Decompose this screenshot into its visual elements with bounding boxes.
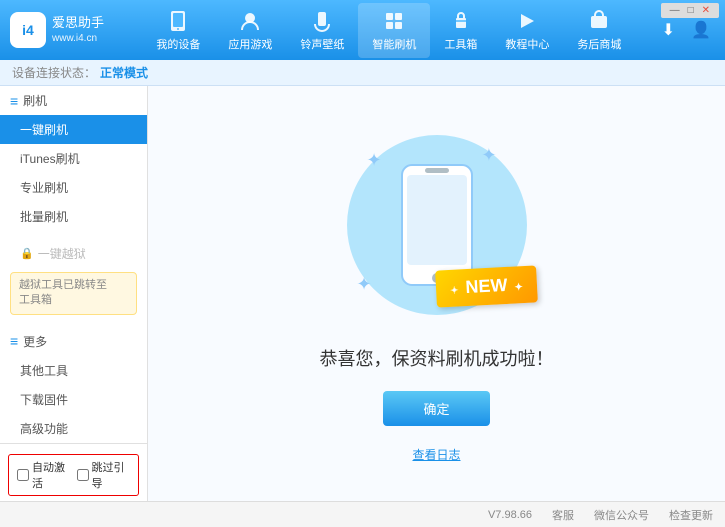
main-layout: ≡ 刷机 一键刷机 iTunes刷机 专业刷机 批量刷机 🔒 一键越狱 越狱工具… (0, 86, 725, 501)
flash-section-header: ≡ 刷机 (0, 86, 147, 115)
my-device-icon (166, 9, 190, 33)
status-label: 设备连接状态： (12, 64, 96, 81)
footer-right: V7.98.66 客服 微信公众号 检查更新 (488, 507, 713, 523)
status-value: 正常模式 (100, 64, 148, 81)
sidebar-download-firmware[interactable]: 下载固件 (0, 385, 147, 414)
more-section-icon: ≡ (10, 333, 18, 349)
auto-activate-row: 自动激活 跳过引导 (8, 454, 139, 496)
status-bar: 设备连接状态： 正常模式 (0, 60, 725, 86)
phone-illustration: ✦ ✦ ✦ NEW (337, 125, 537, 325)
nav-my-device[interactable]: 我的设备 (142, 3, 214, 58)
tutorial-icon (515, 9, 539, 33)
more-section-header: ≡ 更多 (0, 327, 147, 356)
success-message: 恭喜您，保资料刷机成功啦！ (320, 345, 554, 371)
nav-toolbox[interactable]: 工具箱 (430, 3, 491, 58)
nav-apps-games[interactable]: 应用游戏 (214, 3, 286, 58)
logo-icon: i4 (10, 12, 46, 48)
content-area: ✦ ✦ ✦ NEW 恭喜您，保资料刷机成功啦！ 确定 查看日志 (148, 86, 725, 501)
check-log-link[interactable]: 查看日志 (412, 446, 460, 463)
footer: V7.98.66 客服 微信公众号 检查更新 (0, 501, 725, 527)
guide-activate-checkbox[interactable] (77, 469, 89, 481)
auto-activate-checkbox[interactable] (17, 469, 29, 481)
sparkle-1: ✦ (367, 150, 382, 171)
footer-check-update[interactable]: 检查更新 (669, 507, 713, 523)
window-minimize[interactable]: — (667, 5, 683, 16)
sparkle-2: ✦ (481, 145, 496, 166)
window-maximize[interactable]: □ (685, 5, 697, 16)
window-close[interactable]: ✕ (699, 5, 713, 16)
footer-wechat-link[interactable]: 微信公众号 (594, 507, 649, 523)
sidebar-itunes-flash[interactable]: iTunes刷机 (0, 144, 147, 173)
illustration-circle: ✦ ✦ ✦ NEW (347, 135, 527, 315)
sidebar: ≡ 刷机 一键刷机 iTunes刷机 专业刷机 批量刷机 🔒 一键越狱 越狱工具… (0, 86, 148, 501)
flash-section-label: 刷机 (23, 92, 47, 109)
smart-flash-icon (382, 9, 406, 33)
service-icon (587, 9, 611, 33)
nav-service[interactable]: 务后商城 (563, 3, 635, 58)
sidebar-warning-box: 越狱工具已跳转至 工具箱 (10, 272, 137, 315)
toolbox-icon (449, 9, 473, 33)
sidebar-jailbreak-disabled: 🔒 一键越狱 (0, 239, 147, 268)
sidebar-advanced[interactable]: 高级功能 (0, 414, 147, 443)
confirm-button[interactable]: 确定 (383, 391, 489, 426)
auto-activate-checkbox-label[interactable]: 自动激活 (17, 459, 71, 491)
sidebar-batch-flash[interactable]: 批量刷机 (0, 202, 147, 231)
footer-version: V7.98.66 (488, 509, 532, 521)
sidebar-one-key-flash[interactable]: 一键刷机 (0, 115, 147, 144)
top-navbar: i4 爱思助手 www.i4.cn 我的设备 应用游戏 铃声壁纸 (0, 0, 725, 60)
flash-section-icon: ≡ (10, 93, 18, 109)
nav-items: 我的设备 应用游戏 铃声壁纸 智能刷机 工具箱 (120, 3, 658, 58)
guide-activate-checkbox-label[interactable]: 跳过引导 (77, 459, 131, 491)
ringtones-icon (310, 9, 334, 33)
lock-icon: 🔒 (20, 247, 34, 260)
window-controls: — □ ✕ (655, 0, 725, 21)
nav-tutorial[interactable]: 教程中心 (491, 3, 563, 58)
device-row: iPhone 15 Pro Max 512GB iPhone (0, 500, 147, 501)
footer-customer-service[interactable]: 客服 (552, 507, 574, 523)
new-badge: NEW (435, 265, 538, 307)
nav-ringtones[interactable]: 铃声壁纸 (286, 3, 358, 58)
nav-smart-flash[interactable]: 智能刷机 (358, 3, 430, 58)
sparkle-3: ✦ (357, 274, 372, 295)
more-section-label: 更多 (23, 333, 47, 350)
logo-area: i4 爱思助手 www.i4.cn (10, 12, 120, 48)
sidebar-other-tools[interactable]: 其他工具 (0, 356, 147, 385)
apps-icon (238, 9, 262, 33)
sidebar-bottom: 自动激活 跳过引导 iPhone 15 Pro Max (0, 443, 147, 501)
logo-text: 爱思助手 www.i4.cn (52, 15, 104, 45)
sidebar-pro-flash[interactable]: 专业刷机 (0, 173, 147, 202)
